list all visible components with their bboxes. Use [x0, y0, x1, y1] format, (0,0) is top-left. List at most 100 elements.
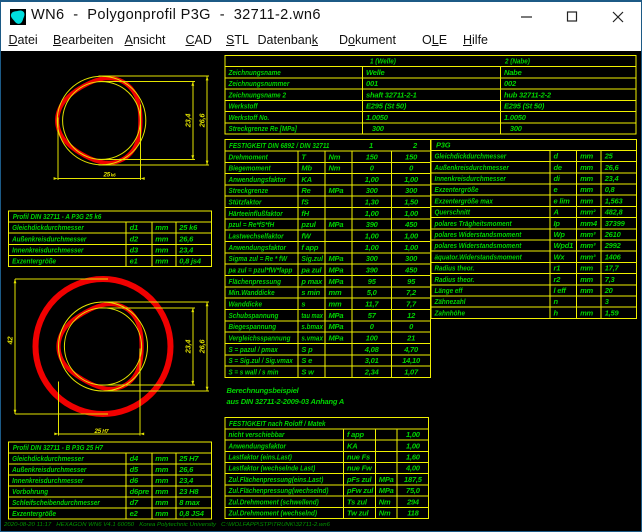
svg-text:MPa: MPa: [329, 266, 344, 275]
svg-text:Außenkreisdurchmesser: Außenkreisdurchmesser: [11, 465, 87, 474]
svg-text:23,4: 23,4: [183, 114, 192, 129]
svg-text:mm: mm: [329, 288, 342, 297]
svg-text:1,07: 1,07: [404, 368, 419, 377]
svg-text:d2: d2: [130, 234, 139, 243]
svg-text:Streckgrenze Re [MPa]: Streckgrenze Re [MPa]: [229, 124, 298, 133]
svg-text:tau max: tau max: [301, 311, 323, 320]
svg-text:Zul.Flächenpressung(wechselnd): Zul.Flächenpressung(wechselnd): [228, 486, 329, 495]
svg-text:Zul.Drehmoment (schwellend): Zul.Drehmoment (schwellend): [228, 497, 319, 506]
svg-text:Nabe: Nabe: [504, 68, 522, 77]
svg-text:2 (Nabe): 2 (Nabe): [504, 57, 530, 66]
svg-text:Außenkreisdurchmesser: Außenkreisdurchmesser: [11, 234, 87, 243]
svg-text:Schubspannung: Schubspannung: [229, 311, 279, 320]
svg-text:Querschnitt: Querschnitt: [435, 208, 471, 217]
svg-text:E295 (St 50): E295 (St 50): [366, 102, 407, 111]
svg-text:mm: mm: [580, 163, 593, 172]
svg-text:0: 0: [370, 322, 375, 331]
svg-text:001: 001: [366, 79, 378, 88]
svg-text:n: n: [554, 297, 559, 306]
svg-text:äquator.Widerstandsmoment: äquator.Widerstandsmoment: [435, 252, 523, 261]
svg-text:390: 390: [366, 266, 379, 275]
svg-text:Exzentergröße max: Exzentergröße max: [435, 196, 494, 205]
svg-text:s min: s min: [301, 288, 320, 297]
svg-text:MPa: MPa: [329, 277, 344, 286]
svg-text:7,2: 7,2: [406, 288, 417, 297]
svg-text:1,563: 1,563: [605, 196, 624, 205]
svg-text:5,0: 5,0: [367, 288, 378, 297]
svg-text:Außenkreisdurchmesser: Außenkreisdurchmesser: [434, 163, 510, 172]
svg-text:0,8 js4: 0,8 js4: [179, 257, 202, 266]
svg-text:r1: r1: [554, 264, 561, 273]
svg-text:14,10: 14,10: [402, 356, 421, 365]
svg-text:nicht verschiebbar: nicht verschiebbar: [229, 430, 286, 439]
svg-text:294: 294: [406, 497, 420, 506]
svg-text:Profil DIN 32711 - A P3G 25 k6: Profil DIN 32711 - A P3G 25 k6: [13, 212, 102, 221]
svg-text:25 k6: 25 k6: [178, 223, 198, 232]
svg-text:7,7: 7,7: [406, 300, 417, 309]
svg-text:Welle: Welle: [366, 68, 384, 77]
svg-text:17,7: 17,7: [605, 264, 620, 273]
svg-text:23,4: 23,4: [183, 340, 192, 355]
svg-text:300: 300: [366, 186, 379, 195]
svg-text:S = pazul / pmax: S = pazul / pmax: [229, 345, 279, 354]
svg-text:Ts zul: Ts zul: [347, 497, 368, 506]
svg-text:95: 95: [368, 277, 377, 286]
svg-text:Zul.Flächenpressung(eins.Last): Zul.Flächenpressung(eins.Last): [228, 475, 324, 484]
svg-text:s.bmax: s.bmax: [301, 322, 323, 331]
svg-text:Anwendungsfaktor: Anwendungsfaktor: [228, 441, 287, 450]
svg-text:Innenkreisdurchmesser: Innenkreisdurchmesser: [435, 174, 507, 183]
svg-text:7,3: 7,3: [605, 275, 616, 284]
svg-text:pa zul: pa zul: [300, 266, 322, 275]
svg-text:p max: p max: [300, 277, 323, 286]
svg-text:150: 150: [366, 152, 379, 161]
svg-text:1,00: 1,00: [365, 175, 380, 184]
svg-text:mm: mm: [580, 264, 593, 273]
svg-text:e2: e2: [130, 509, 139, 518]
svg-text:3,01: 3,01: [365, 356, 379, 365]
svg-text:2610: 2610: [604, 230, 622, 239]
svg-text:mm: mm: [580, 286, 593, 295]
svg-text:mm: mm: [155, 454, 168, 463]
svg-text:mm: mm: [155, 476, 168, 485]
svg-text:nue Fw: nue Fw: [347, 464, 373, 473]
svg-text:mm4: mm4: [580, 219, 598, 228]
svg-text:Exzentergröße: Exzentergröße: [12, 257, 56, 266]
svg-text:1,00: 1,00: [404, 232, 419, 241]
svg-text:2992: 2992: [604, 241, 622, 250]
svg-text:S = s wall / s min: S = s wall / s min: [229, 368, 279, 377]
svg-text:polares Widerstandsmoment: polares Widerstandsmoment: [434, 230, 522, 239]
svg-text:KA: KA: [347, 441, 357, 450]
svg-text:pa zul = pzul*fW*fapp: pa zul = pzul*fW*fapp: [228, 266, 293, 275]
svg-text:Härteeinflußfaktor: Härteeinflußfaktor: [229, 209, 284, 218]
svg-text:shaft 32711-2-1: shaft 32711-2-1: [366, 90, 417, 99]
svg-text:Gleichdickdurchmesser: Gleichdickdurchmesser: [12, 223, 85, 232]
svg-text:1,00: 1,00: [365, 243, 380, 252]
svg-text:26,6: 26,6: [198, 339, 207, 355]
svg-text:d5: d5: [130, 465, 139, 474]
svg-text:26,6: 26,6: [198, 113, 207, 129]
svg-text:Wanddicke: Wanddicke: [229, 300, 263, 309]
svg-text:2: 2: [412, 141, 418, 150]
svg-text:nue Fs: nue Fs: [347, 453, 370, 462]
svg-text:Gleichdickdurchmesser: Gleichdickdurchmesser: [435, 152, 508, 161]
svg-text:fH: fH: [301, 209, 309, 218]
svg-text:polares Trägheitsmoment: polares Trägheitsmoment: [434, 219, 512, 228]
svg-text:8 max: 8 max: [179, 498, 200, 507]
svg-text:1,00: 1,00: [404, 209, 419, 218]
svg-text:37399: 37399: [605, 219, 626, 228]
svg-text:Ip: Ip: [554, 219, 561, 228]
svg-text:Nm: Nm: [379, 509, 391, 518]
svg-text:25: 25: [94, 428, 102, 435]
svg-text:1,00: 1,00: [406, 430, 421, 439]
svg-text:P3G: P3G: [436, 141, 451, 150]
svg-text:r2: r2: [554, 275, 562, 284]
svg-text:Vorbohrung: Vorbohrung: [12, 487, 48, 496]
svg-text:Lastfaktor (wechselnde Last): Lastfaktor (wechselnde Last): [229, 464, 316, 473]
svg-text:Zeichnungsnummer: Zeichnungsnummer: [228, 79, 291, 88]
svg-text:26,6: 26,6: [178, 465, 194, 474]
svg-text:mm: mm: [155, 257, 168, 266]
svg-text:MPa: MPa: [329, 311, 344, 320]
svg-text:Sig.zul: Sig.zul: [301, 254, 323, 263]
svg-text:Drehmoment: Drehmoment: [229, 152, 269, 161]
svg-text:300: 300: [366, 124, 385, 133]
